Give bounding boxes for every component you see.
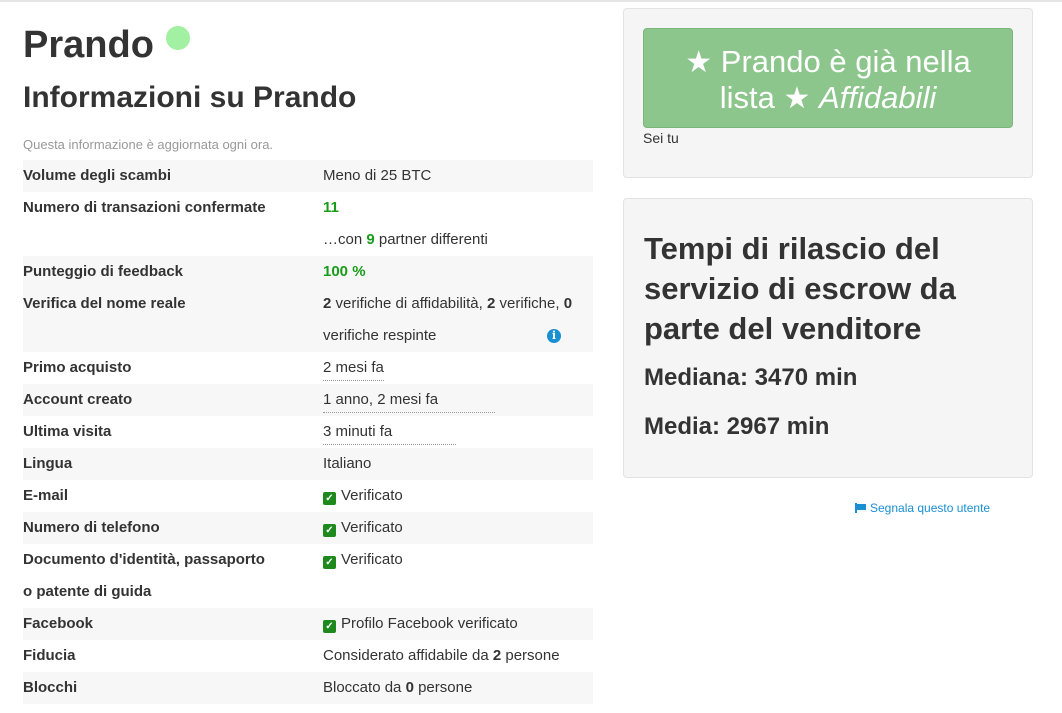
table-row-real-name: Verifica del nome reale 2 verifiche di a…	[23, 288, 593, 352]
table-row-email: E-mail ✓ Verificato	[23, 480, 593, 512]
table-row-id-document: Documento d'identità, passaporto o paten…	[23, 544, 593, 608]
username-heading: Prando	[23, 22, 190, 68]
table-row-trust: Fiducia Considerato affidabile da 2 pers…	[23, 640, 593, 672]
escrow-median: Mediana: 3470 min	[644, 364, 858, 391]
phone-status: Verificato	[341, 519, 403, 536]
table-row-confirmed-trades: Numero di transazioni confermate 11	[23, 192, 593, 224]
row-label: Lingua	[23, 455, 73, 472]
row-label: Verifica del nome reale	[23, 295, 186, 312]
partners-value: …con 9 partner differenti	[323, 231, 488, 248]
table-row-phone: Numero di telefono ✓ Verificato	[23, 512, 593, 544]
row-label: Volume degli scambi	[23, 167, 172, 184]
partners-count: 9	[366, 231, 375, 248]
checkbox-checked-icon: ✓	[323, 620, 336, 633]
table-row-facebook: Facebook ✓ Profilo Facebook verificato	[23, 608, 593, 640]
checkbox-checked-icon: ✓	[323, 556, 336, 569]
online-status-icon	[165, 26, 190, 50]
table-row-language: Lingua Italiano	[23, 448, 593, 480]
row-label: Facebook	[23, 615, 94, 632]
you-label: Sei tu	[643, 130, 679, 146]
table-row-partners: …con 9 partner differenti	[23, 224, 593, 256]
report-user-link[interactable]: Segnala questo utente	[855, 501, 990, 515]
row-label: Numero di telefono	[23, 519, 160, 536]
flag-icon	[855, 503, 866, 513]
table-row-feedback: Punteggio di feedback 100 %	[23, 256, 593, 288]
trust-value: Considerato affidabile da 2 persone	[323, 647, 560, 664]
info-icon[interactable]: i	[547, 329, 561, 343]
row-value: Meno di 25 BTC	[323, 167, 432, 184]
checkbox-checked-icon: ✓	[323, 524, 336, 537]
first-purchase-value[interactable]: 2 mesi fa	[323, 359, 384, 381]
info-table: Volume degli scambi Meno di 25 BTC Numer…	[23, 160, 593, 704]
account-created-value[interactable]: 1 anno, 2 mesi fa	[323, 391, 495, 413]
row-label: E-mail	[23, 487, 69, 504]
row-label: Ultima visita	[23, 423, 112, 440]
trusted-panel: ★ Prando è già nella lista ★ Affidabili …	[623, 8, 1033, 178]
table-row-account-created: Account creato 1 anno, 2 mesi fa	[23, 384, 593, 416]
trusted-list-button[interactable]: ★ Prando è già nella lista ★ Affidabili	[643, 28, 1013, 128]
star-icon: ★	[783, 82, 811, 115]
row-label: Fiducia	[23, 647, 76, 664]
facebook-status: Profilo Facebook verificato	[341, 615, 518, 632]
page-title: Informazioni su Prando	[23, 81, 357, 114]
star-icon: ★	[685, 46, 713, 79]
report-user-label: Segnala questo utente	[870, 501, 991, 515]
confirmed-trades-count: 11	[323, 199, 339, 216]
escrow-panel: Tempi di rilascio del servizio di escrow…	[623, 198, 1033, 478]
row-label: Primo acquisto	[23, 359, 132, 376]
table-row-trade-volume: Volume degli scambi Meno di 25 BTC	[23, 160, 593, 192]
row-label: Documento d'identità, passaporto o paten…	[23, 551, 265, 600]
last-seen-value[interactable]: 3 minuti fa	[323, 423, 456, 445]
feedback-score: 100 %	[323, 263, 366, 280]
table-row-last-seen: Ultima visita 3 minuti fa	[23, 416, 593, 448]
row-label: Numero di transazioni confermate	[23, 199, 266, 216]
escrow-title: Tempi di rilascio del servizio di escrow…	[644, 231, 956, 346]
row-label: Blocchi	[23, 679, 78, 696]
top-divider	[0, 0, 1062, 2]
table-row-first-purchase: Primo acquisto 2 mesi fa	[23, 352, 593, 384]
email-status: Verificato	[341, 487, 403, 504]
update-notice: Questa informazione è aggiornata ogni or…	[23, 137, 274, 152]
username: Prando	[23, 24, 154, 66]
language-value: Italiano	[323, 455, 372, 472]
blocks-value: Bloccato da 0 persone	[323, 679, 473, 696]
table-row-blocks: Blocchi Bloccato da 0 persone	[23, 672, 593, 704]
row-label: Punteggio di feedback	[23, 263, 184, 280]
real-name-value: 2 verifiche di affidabilità, 2 verifiche…	[323, 295, 573, 344]
id-status: Verificato	[341, 551, 403, 568]
row-label: Account creato	[23, 391, 133, 408]
checkbox-checked-icon: ✓	[323, 492, 336, 505]
escrow-mean: Media: 2967 min	[644, 413, 830, 440]
